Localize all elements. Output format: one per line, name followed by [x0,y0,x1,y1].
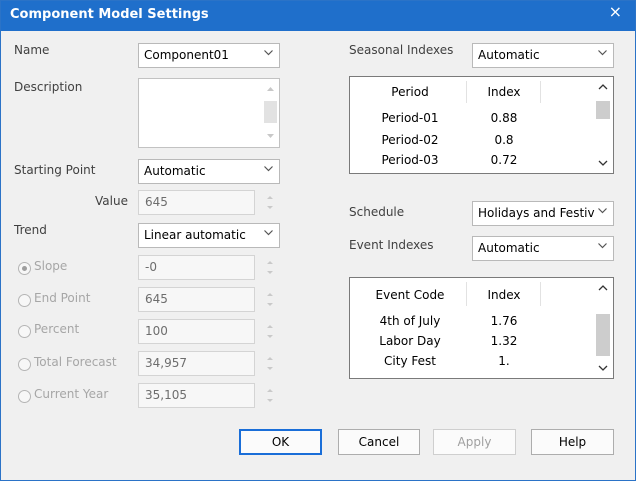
percent-radio[interactable] [18,325,31,338]
spin-arrows-icon [267,389,273,402]
name-label: Name [14,43,50,57]
event-indexes-label: Event Indexes [349,238,434,252]
total-forecast-input[interactable]: 34,957 [138,351,255,376]
name-value: Component01 [144,48,229,62]
slope-input[interactable]: -0 [138,255,255,280]
end-point-label: End Point [34,291,91,305]
starting-point-combobox[interactable]: Automatic [138,159,280,184]
scrollbar-track-icon [264,87,277,138]
column-divider [540,81,541,103]
value-input[interactable]: 645 [138,190,255,215]
window-title: Component Model Settings [10,7,209,22]
starting-point-value: Automatic [144,164,206,178]
description-label: Description [14,80,83,94]
spin-arrows-icon [267,196,273,209]
trend-combobox[interactable]: Linear automatic [138,223,280,248]
period-cell: Period-02 [381,133,439,147]
period-cell: Period-03 [381,153,439,167]
column-divider [540,282,541,306]
event-indexes-combobox[interactable]: Automatic [472,236,614,261]
percent-input[interactable]: 100 [138,319,255,344]
value-spinner[interactable] [263,190,277,215]
events-list-scrollbar[interactable] [593,278,613,378]
column-divider [466,282,467,306]
percent-label: Percent [34,322,80,336]
period-cell: Period-01 [381,111,439,125]
seasonal-indexes-value: Automatic [478,48,540,62]
event-indexes-value: Automatic [478,241,540,255]
help-button[interactable]: Help [531,429,614,455]
starting-point-label: Starting Point [14,163,96,177]
schedule-label: Schedule [349,205,405,219]
event-code-cell: 4th of July [379,314,441,328]
chevron-down-icon [264,50,273,56]
event-code-cell: City Fest [384,354,436,368]
seasonal-indexes-combobox[interactable]: Automatic [472,43,614,68]
trend-label: Trend [14,223,47,237]
title-bar: Component Model Settings × [1,1,635,31]
seasonal-list-scrollbar[interactable] [593,77,613,173]
percent-spinner[interactable] [263,319,277,344]
current-year-spinner[interactable] [263,383,277,408]
current-year-input[interactable]: 35,105 [138,383,255,408]
apply-button[interactable]: Apply [433,429,516,455]
scrollbar-icon [596,84,610,166]
chevron-down-icon [264,230,273,236]
index-cell: 0.88 [490,111,518,125]
index-cell: 0.8 [494,133,514,147]
component-model-settings-dialog: Component Model Settings × Name Componen… [0,0,636,481]
column-header-index[interactable]: Index [468,288,540,302]
description-scrollbar[interactable] [262,79,279,147]
column-header-event-code[interactable]: Event Code [354,288,466,302]
value-label: Value [95,194,128,208]
schedule-combobox[interactable]: Holidays and Festiv [472,201,614,226]
description-textarea[interactable] [138,78,280,148]
seasonal-indexes-list[interactable]: Period Index Period-01 0.88 Period-02 0.… [349,76,614,174]
schedule-value: Holidays and Festiv [478,206,595,220]
index-cell: 1. [498,354,510,368]
scrollbar-icon [596,285,610,371]
spin-arrows-icon [267,293,273,306]
name-combobox[interactable]: Component01 [138,43,280,68]
chevron-down-icon [264,166,273,172]
chevron-down-icon [598,50,607,56]
trend-value: Linear automatic [144,228,246,242]
spin-arrows-icon [267,261,273,274]
total-forecast-radio[interactable] [18,358,31,371]
column-header-period[interactable]: Period [354,85,466,99]
column-divider [466,81,467,103]
end-point-spinner[interactable] [263,287,277,312]
slope-label: Slope [34,259,68,273]
current-year-radio[interactable] [18,390,31,403]
end-point-radio[interactable] [18,294,31,307]
index-cell: 1.32 [490,334,518,348]
close-icon[interactable]: × [609,2,622,21]
index-cell: 1.76 [490,314,518,328]
event-code-cell: Labor Day [379,334,441,348]
slope-spinner[interactable] [263,255,277,280]
chevron-down-icon [598,243,607,249]
chevron-down-icon [598,208,607,214]
spin-arrows-icon [267,357,273,370]
cancel-button[interactable]: Cancel [338,429,420,455]
end-point-input[interactable]: 645 [138,287,255,312]
event-indexes-list[interactable]: Event Code Index 4th of July 1.76 Labor … [349,277,614,379]
current-year-label: Current Year [34,387,109,401]
total-forecast-spinner[interactable] [263,351,277,376]
column-header-index[interactable]: Index [468,85,540,99]
total-forecast-label: Total Forecast [34,355,117,369]
index-cell: 0.72 [490,153,518,167]
seasonal-indexes-label: Seasonal Indexes [349,43,454,57]
spin-arrows-icon [267,325,273,338]
slope-radio[interactable] [18,262,31,275]
ok-button[interactable]: OK [239,429,322,455]
